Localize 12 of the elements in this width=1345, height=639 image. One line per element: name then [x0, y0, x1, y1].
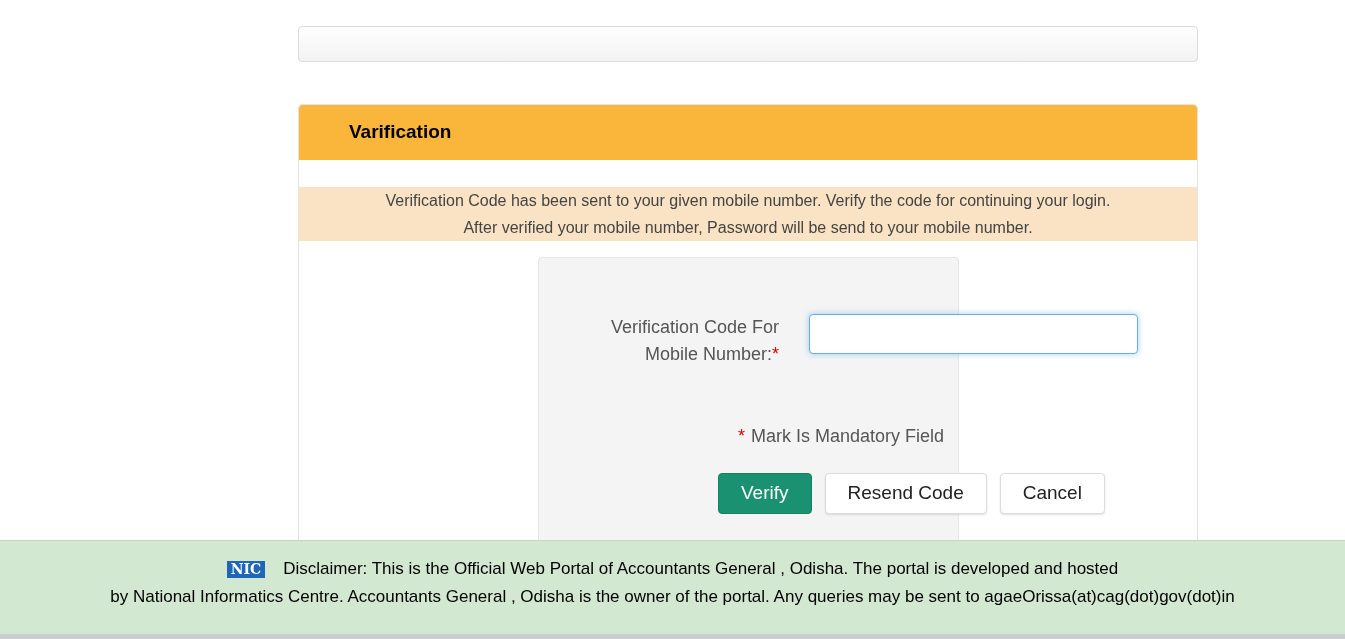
input-field[interactable] [809, 314, 1138, 354]
verify-button[interactable]: Verify [718, 473, 812, 514]
disclaimer-text: Disclaimer: This is the Official Web Portal of Accountants General , Odisha. The portal is developed and hosted [283, 558, 1119, 580]
field-label: Verification Code For Mobile Number:* [609, 316, 779, 366]
action-button[interactable]: Cancel [999, 473, 1105, 514]
action-button[interactable]: Resend Code [824, 473, 987, 514]
disclaimer-text: by National Informatics Centre. Accountants General , Odisha is the owner of the portal. Any queries may be sent to agaeOrissa(at)cag(dot)gov(dot)in [110, 586, 1235, 608]
panel-title: Varification [349, 120, 452, 145]
notice-text: Verification Code has been sent to your given mobile number. Verify the code for continuing your login. [385, 191, 1111, 211]
nic-logo: NIC [226, 560, 266, 578]
notice-text: After verified your mobile number, Password will be send to your mobile number. [463, 218, 1033, 238]
mandatory-note: * Mark Is Mandatory Field [738, 426, 945, 446]
